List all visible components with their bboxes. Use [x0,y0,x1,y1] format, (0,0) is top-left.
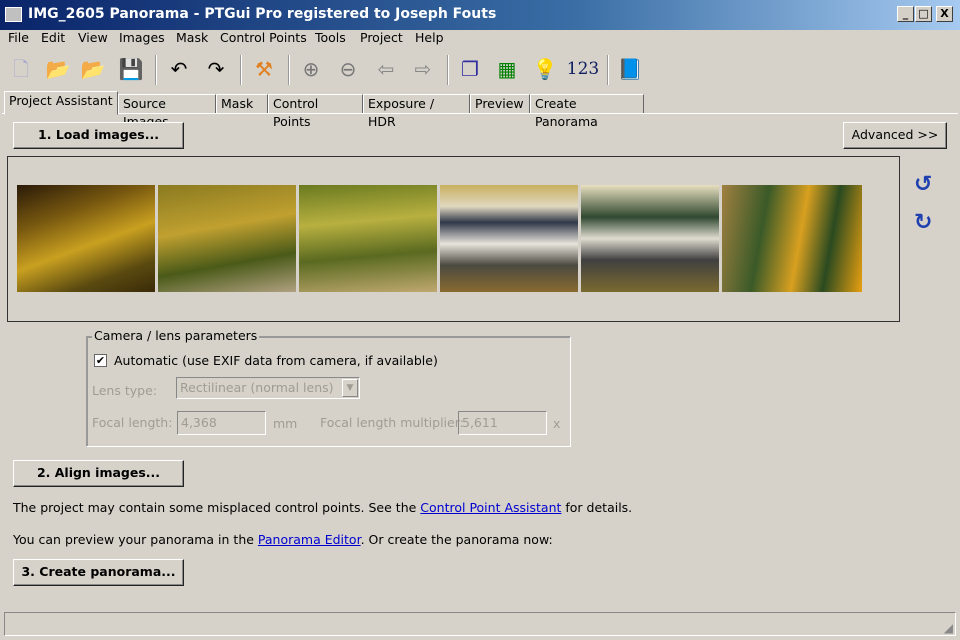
menu-mask[interactable]: Mask [176,30,208,46]
redo-icon[interactable]: ↷ [203,56,229,82]
source-image-thumbnail[interactable] [722,185,862,292]
new-project-icon[interactable]: 🗋 [8,56,34,82]
window-title: IMG_2605 Panorama - PTGui Pro registered… [28,6,497,22]
camera-lens-group: Camera / lens parameters ✔ Automatic (us… [86,328,571,447]
arrow-right-icon[interactable]: ⇨ [410,56,436,82]
multiplier-label: Focal length multiplier: [320,415,464,430]
multiplier-unit: x [553,416,561,431]
preview-message: You can preview your panorama in the Pan… [13,532,553,547]
tab-exposure-hdr[interactable]: Exposure / HDR [363,94,470,129]
lens-type-label: Lens type: [92,383,157,398]
menu-images[interactable]: Images [119,30,165,46]
save-icon[interactable]: 💾 [118,56,144,82]
source-image-thumbnail[interactable] [17,185,155,292]
lens-type-select[interactable]: Rectilinear (normal lens) ▼ [176,377,360,399]
close-button[interactable]: X [936,6,953,22]
menu-view[interactable]: View [78,30,108,46]
table-icon[interactable]: ▦ [494,56,520,82]
tab-project-assistant[interactable]: Project Assistant [4,91,118,115]
tab-source-images[interactable]: Source Images [118,94,216,129]
maximize-button[interactable]: □ [915,6,932,22]
menu-tools[interactable]: Tools [315,30,346,46]
resize-grip-icon[interactable]: ◢ [944,621,953,635]
load-images-button[interactable]: 1. Load images... [13,122,184,149]
multiplier-input[interactable]: 5,611 [458,411,547,435]
menu-edit[interactable]: Edit [41,30,65,46]
lens-type-value: Rectilinear (normal lens) [180,380,334,395]
tab-preview[interactable]: Preview [470,94,530,114]
message-text: . Or create the panorama now: [360,532,553,547]
automatic-checkbox[interactable]: ✔ [94,354,107,367]
menu-bar: File Edit View Images Mask Control Point… [0,30,960,50]
rotate-right-icon[interactable]: ↻ [914,210,932,235]
lightbulb-icon[interactable]: 💡 [532,56,558,82]
source-image-thumbnail[interactable] [158,185,296,292]
control-point-message: The project may contain some misplaced c… [13,500,632,515]
minimize-button[interactable]: _ [897,6,914,22]
group-title: Camera / lens parameters [92,328,260,343]
zoom-out-icon[interactable]: ⊖ [335,56,361,82]
focal-length-unit: mm [273,416,298,431]
menu-help[interactable]: Help [415,30,444,46]
tab-control-points[interactable]: Control Points [268,94,363,129]
app-icon [5,7,22,22]
zoom-in-icon[interactable]: ⊕ [298,56,324,82]
tools-icon[interactable]: ⚒ [251,56,277,82]
source-image-thumbnail[interactable] [581,185,719,292]
numbers-icon[interactable]: 123 [566,56,600,82]
focal-length-label: Focal length: [92,415,173,430]
help-book-icon[interactable]: 📘 [617,56,643,82]
status-bar: ◢ [4,612,956,636]
tab-mask[interactable]: Mask [216,94,268,114]
tab-create-panorama[interactable]: Create Panorama [530,94,644,129]
align-images-button[interactable]: 2. Align images... [13,460,184,487]
toolbar: 🗋 📂 📂 💾 ↶ ↷ ⚒ ⊕ ⊖ ⇦ ⇨ ❐ ▦ 💡 123 📘 [0,52,960,88]
automatic-label: Automatic (use EXIF data from camera, if… [114,353,438,368]
control-point-assistant-link[interactable]: Control Point Assistant [420,500,561,515]
source-image-thumbnail[interactable] [440,185,578,292]
arrow-left-icon[interactable]: ⇦ [373,56,399,82]
undo-icon[interactable]: ↶ [166,56,192,82]
rotate-left-icon[interactable]: ↺ [914,172,932,197]
open-recent-icon[interactable]: 📂 [80,56,106,82]
menu-project[interactable]: Project [360,30,403,46]
message-text: You can preview your panorama in the [13,532,258,547]
title-bar: IMG_2605 Panorama - PTGui Pro registered… [0,0,960,30]
message-text: The project may contain some misplaced c… [13,500,421,515]
message-text: for details. [561,500,633,515]
open-project-icon[interactable]: 📂 [45,56,71,82]
menu-file[interactable]: File [8,30,29,46]
panorama-editor-link[interactable]: Panorama Editor [258,532,361,547]
menu-control-points[interactable]: Control Points [220,30,307,46]
focal-length-input[interactable]: 4,368 [177,411,266,435]
panorama-editor-icon[interactable]: ❐ [457,56,483,82]
create-panorama-button[interactable]: 3. Create panorama... [13,559,184,586]
advanced-button[interactable]: Advanced >> [843,122,947,149]
image-strip [7,156,900,322]
source-image-thumbnail[interactable] [299,185,437,292]
chevron-down-icon[interactable]: ▼ [342,379,358,397]
